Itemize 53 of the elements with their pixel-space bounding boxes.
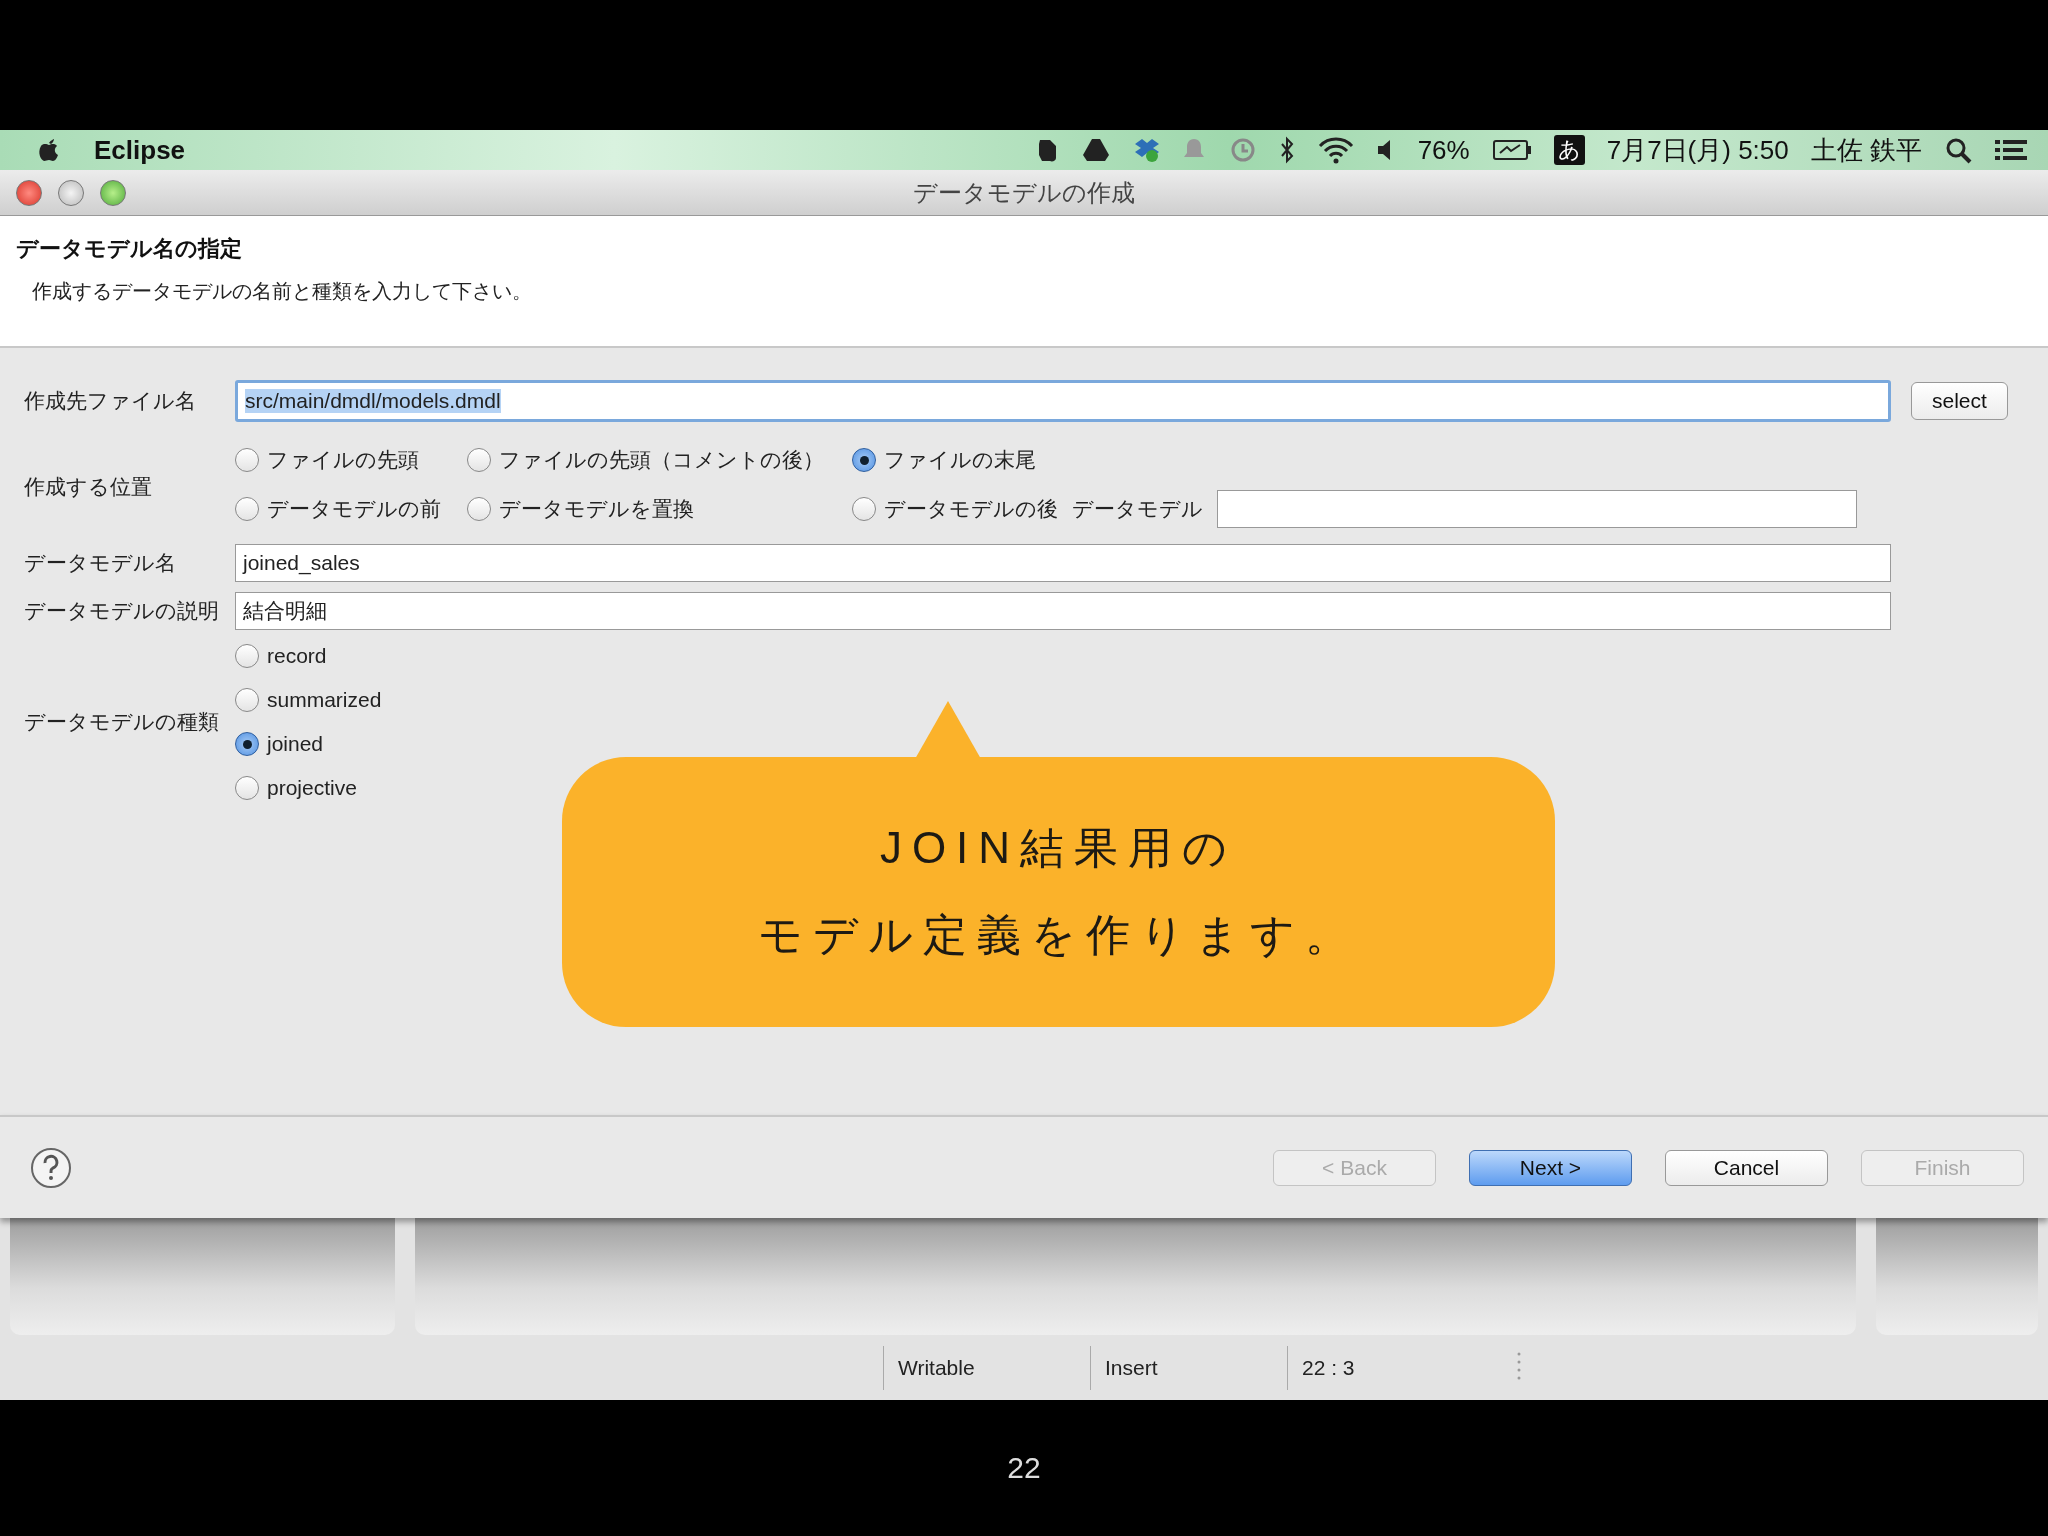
radio-label[interactable]: ファイルの先頭（コメントの後） <box>499 446 824 474</box>
radio-label[interactable]: record <box>267 644 327 668</box>
radio-label[interactable]: データモデルを置換 <box>499 495 694 523</box>
wifi-icon[interactable] <box>1317 136 1354 164</box>
radio-button[interactable] <box>235 644 259 668</box>
radio-button[interactable] <box>852 448 876 472</box>
radio-label[interactable]: ファイルの末尾 <box>884 446 1036 474</box>
dialog-button[interactable]: Next > <box>1469 1149 1632 1186</box>
radio-label[interactable]: summarized <box>267 688 382 712</box>
radio-button[interactable] <box>852 497 876 521</box>
page-description: 作成するデータモデルの名前と種類を入力して下さい。 <box>32 279 533 304</box>
radio-button[interactable] <box>235 448 259 472</box>
page-title: データモデル名の指定 <box>16 235 243 263</box>
search-icon[interactable] <box>1944 136 1972 164</box>
field-label: 作成する位置 <box>24 474 153 500</box>
field-label: データモデル <box>1072 496 1203 522</box>
select-button[interactable]: select <box>1911 382 2008 420</box>
radio-button[interactable] <box>235 776 259 800</box>
minimize-button[interactable] <box>58 179 84 206</box>
field-label: 作成先ファイル名 <box>24 388 197 414</box>
radio-button[interactable] <box>467 448 491 472</box>
user-name[interactable]: 土佐 鉄平 <box>1810 132 1922 168</box>
battery-percent: 76% <box>1417 134 1470 166</box>
help-icon[interactable] <box>30 1146 72 1189</box>
callout-text: モデル定義を作ります。 <box>758 909 1359 961</box>
radio-button[interactable] <box>235 497 259 521</box>
description-field[interactable]: 結合明細 <box>235 592 1891 630</box>
name-field[interactable]: joined_sales <box>235 544 1891 582</box>
model-field[interactable] <box>1217 490 1857 528</box>
window-title: データモデルの作成 <box>913 178 1135 206</box>
field-label: データモデルの種類 <box>24 709 220 735</box>
menu-clock[interactable]: 7月7日(月) 5:50 <box>1606 132 1789 168</box>
page-number: 22 <box>1007 1451 1041 1485</box>
status-text: 22 : 3 <box>1302 1355 1355 1380</box>
field-label: データモデルの説明 <box>24 598 220 624</box>
zoom-button[interactable] <box>100 179 126 206</box>
radio-label[interactable]: ファイルの先頭 <box>267 446 419 474</box>
radio-label[interactable]: joined <box>267 732 324 756</box>
field-label: データモデル名 <box>24 550 177 576</box>
app-name[interactable]: Eclipse <box>94 134 186 166</box>
radio-button[interactable] <box>235 688 259 712</box>
status-text: Insert <box>1105 1355 1158 1380</box>
dialog-button[interactable]: Cancel <box>1665 1149 1828 1186</box>
close-button[interactable] <box>16 179 42 206</box>
radio-button[interactable] <box>235 732 259 756</box>
radio-label[interactable]: データモデルの後 <box>884 495 1058 523</box>
radio-label[interactable]: projective <box>267 776 357 800</box>
file-field[interactable]: src/main/dmdl/models.dmdl <box>235 380 1891 422</box>
status-text: Writable <box>898 1355 975 1380</box>
radio-label[interactable]: データモデルの前 <box>267 495 441 523</box>
radio-button[interactable] <box>467 497 491 521</box>
input-method-indicator[interactable]: あ <box>1553 135 1585 165</box>
callout-text: JOIN結果用の <box>879 822 1238 874</box>
